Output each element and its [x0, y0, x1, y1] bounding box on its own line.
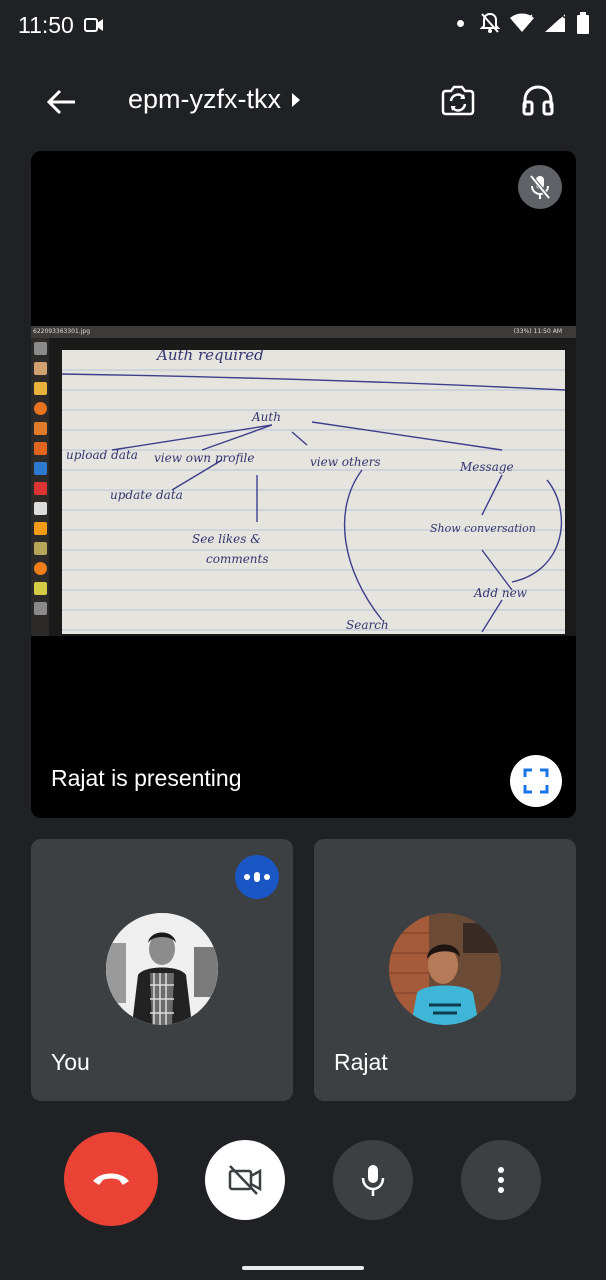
- headphones-icon: [522, 85, 554, 116]
- speaking-indicator: [235, 855, 279, 899]
- signal-icon: [545, 13, 566, 32]
- note-message: Message: [460, 460, 514, 474]
- mic-off-icon: [529, 174, 551, 200]
- fullscreen-button[interactable]: [510, 755, 562, 807]
- mute-notifications-icon: [480, 12, 500, 33]
- camera-toggle-button[interactable]: [205, 1140, 285, 1220]
- presentation-tile[interactable]: 622093363301.jpg (33%) 11:50 AM Auth req…: [31, 151, 576, 818]
- screen-filename: 622093363301.jpg: [33, 328, 90, 335]
- avatar: [106, 913, 218, 1025]
- note-search: Search: [346, 618, 389, 632]
- screen-record-icon: [84, 17, 104, 38]
- wifi-icon: [510, 13, 534, 32]
- note-view-own-profile: view own profile: [154, 451, 255, 465]
- fullscreen-icon: [523, 768, 549, 794]
- mic-toggle-button[interactable]: [333, 1140, 413, 1220]
- participant-name: Rajat: [334, 1049, 388, 1075]
- status-time: 11:50: [18, 12, 74, 38]
- more-vert-icon: [498, 1167, 504, 1193]
- meeting-code: epm-yzfx-tkx: [128, 84, 282, 114]
- notebook-page: Auth required Auth upload data view own …: [62, 350, 565, 634]
- chevron-right-icon: [292, 92, 301, 107]
- note-upload-data: upload data: [66, 448, 138, 462]
- participant-tile-you[interactable]: You: [31, 839, 293, 1101]
- audio-output-button[interactable]: [516, 78, 560, 122]
- mic-icon: [361, 1165, 385, 1196]
- end-call-icon: [93, 1173, 129, 1185]
- note-see-likes: See likes &: [192, 532, 261, 546]
- avatar: [389, 913, 501, 1025]
- arrow-back-icon: [47, 89, 75, 115]
- note-add-new: Add new: [474, 586, 527, 600]
- mic-off-badge: [518, 165, 562, 209]
- note-auth: Auth: [252, 410, 281, 424]
- participant-tile-rajat[interactable]: Rajat: [314, 839, 576, 1101]
- presenting-label: Rajat is presenting: [51, 765, 242, 791]
- screen-status: (33%) 11:50 AM: [513, 328, 562, 335]
- shared-screen: 622093363301.jpg (33%) 11:50 AM Auth req…: [31, 326, 576, 636]
- home-indicator[interactable]: [242, 1266, 364, 1270]
- back-button[interactable]: [40, 80, 84, 124]
- switch-camera-button[interactable]: [436, 78, 480, 122]
- battery-icon: [577, 12, 589, 34]
- note-auth-required: Auth required: [157, 350, 264, 364]
- video-off-icon: [228, 1165, 262, 1195]
- note-show-conversation: Show conversation: [430, 522, 536, 535]
- note-comments: comments: [206, 552, 269, 566]
- end-call-button[interactable]: [64, 1132, 158, 1226]
- more-options-button[interactable]: [461, 1140, 541, 1220]
- meeting-title-button[interactable]: epm-yzfx-tkx: [128, 84, 301, 115]
- screen-top-panel: 622093363301.jpg (33%) 11:50 AM: [31, 326, 576, 338]
- screen-launcher: [31, 338, 49, 636]
- participant-name: You: [51, 1049, 90, 1075]
- note-update-data: update data: [110, 488, 183, 502]
- status-icons: [457, 12, 590, 34]
- dot-icon: [457, 19, 464, 27]
- switch-camera-icon: [441, 85, 475, 116]
- note-view-others: view others: [310, 455, 381, 469]
